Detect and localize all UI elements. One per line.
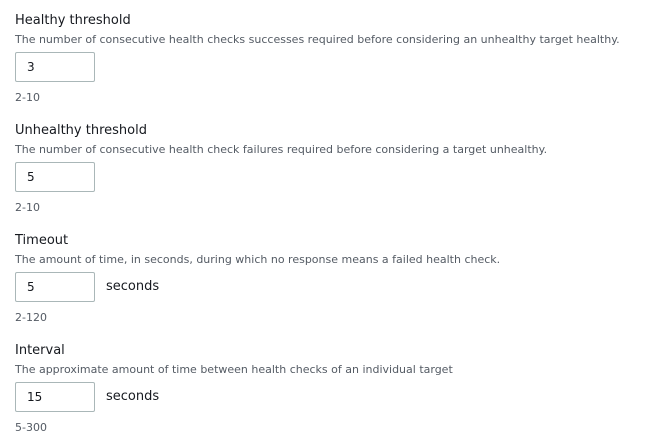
interval-field: Interval The approximate amount of time …	[15, 342, 645, 435]
interval-input-row: seconds	[15, 382, 645, 412]
interval-input[interactable]	[15, 382, 95, 412]
interval-label: Interval	[15, 343, 65, 358]
healthy-threshold-input[interactable]	[15, 52, 95, 82]
unhealthy-threshold-field: Unhealthy threshold The number of consec…	[15, 122, 645, 215]
health-check-settings-form: Healthy threshold The number of consecut…	[0, 0, 656, 443]
unhealthy-threshold-input-row	[15, 162, 645, 192]
unhealthy-threshold-input[interactable]	[15, 162, 95, 192]
timeout-input-row: seconds	[15, 272, 645, 302]
healthy-threshold-range-hint: 2-10	[15, 91, 40, 104]
interval-unit-label: seconds	[106, 389, 160, 404]
interval-description: The approximate amount of time between h…	[15, 363, 453, 376]
healthy-threshold-input-row	[15, 52, 645, 82]
timeout-unit-label: seconds	[106, 279, 160, 294]
timeout-input[interactable]	[15, 272, 95, 302]
timeout-field: Timeout The amount of time, in seconds, …	[15, 232, 645, 325]
unhealthy-threshold-description: The number of consecutive health check f…	[15, 143, 548, 156]
interval-range-hint: 5-300	[15, 421, 47, 434]
healthy-threshold-description: The number of consecutive health checks …	[15, 33, 620, 46]
timeout-label: Timeout	[15, 233, 69, 248]
healthy-threshold-field: Healthy threshold The number of consecut…	[15, 12, 645, 105]
timeout-range-hint: 2-120	[15, 311, 47, 324]
unhealthy-threshold-label: Unhealthy threshold	[15, 123, 147, 138]
healthy-threshold-label: Healthy threshold	[15, 13, 131, 28]
timeout-description: The amount of time, in seconds, during w…	[15, 253, 501, 266]
unhealthy-threshold-range-hint: 2-10	[15, 201, 40, 214]
